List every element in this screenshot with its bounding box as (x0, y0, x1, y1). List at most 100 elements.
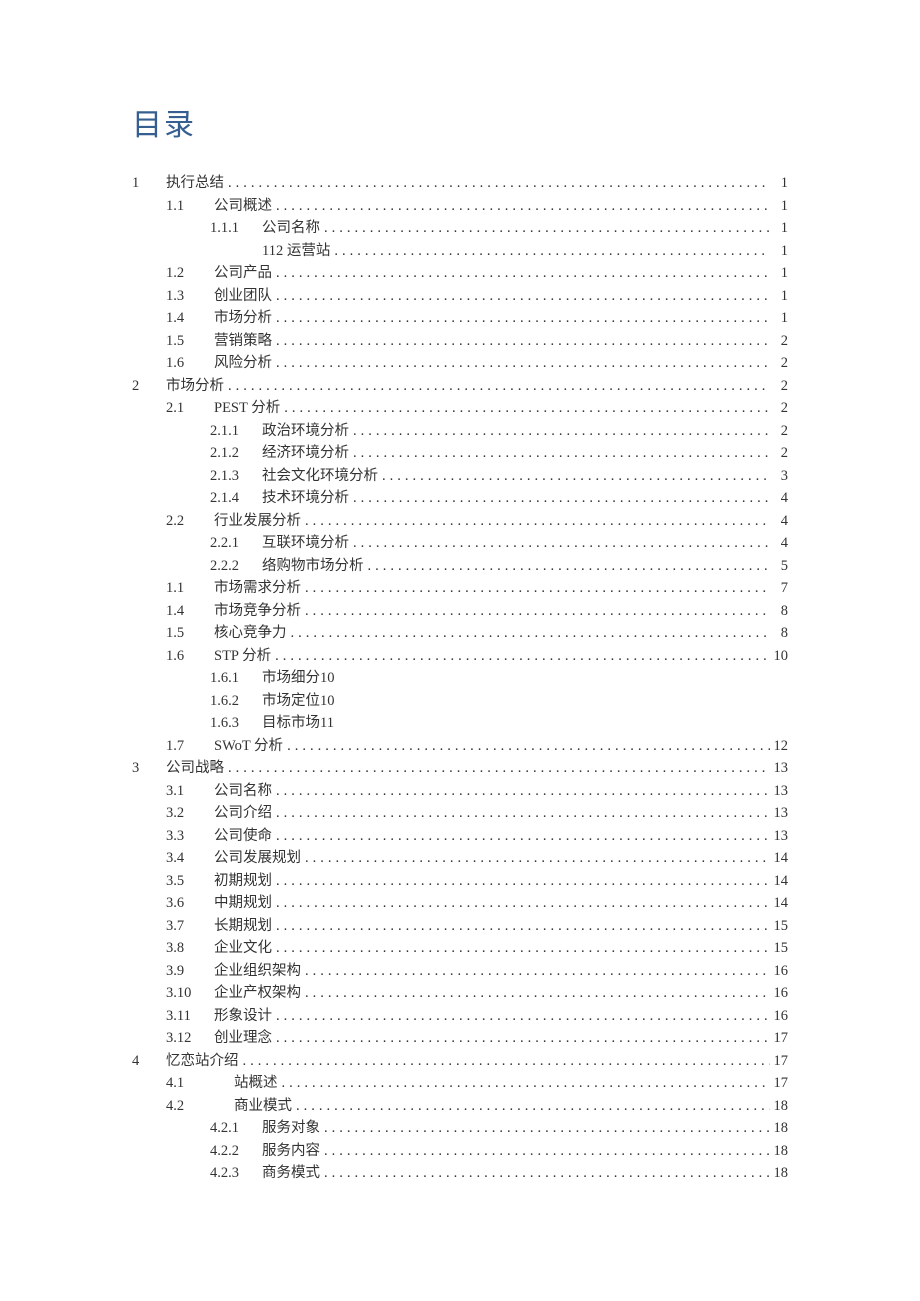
toc-entry-page: 12 (770, 735, 788, 758)
toc-entry-text: 营销策略 (214, 330, 272, 353)
toc-leader (272, 937, 770, 960)
toc-entry-text: 公司名称 (214, 780, 272, 803)
toc-entry-page: 2 (770, 420, 788, 443)
toc-entry-text: 公司产品 (214, 262, 272, 285)
toc-entry-page: 16 (770, 960, 788, 983)
toc-leader (301, 510, 770, 533)
toc-entry-page: 1 (770, 285, 788, 308)
toc-entry-number: 1 (132, 172, 166, 195)
toc-entry-number: 3.2 (166, 802, 214, 825)
toc-entry-text: 长期规划 (214, 915, 272, 938)
toc-entry-page: 17 (770, 1072, 788, 1095)
toc-entry-text: 初期规划 (214, 870, 272, 893)
toc-entry-page: 7 (770, 577, 788, 600)
toc-entry-text: PEST 分析 (214, 397, 280, 420)
toc-leader (272, 780, 770, 803)
toc-entry: 4.1站概述17 (132, 1072, 788, 1095)
toc-entry-page: 2 (770, 442, 788, 465)
toc-entry: 4.2.1服务对象18 (132, 1117, 788, 1140)
toc-entry-page: 15 (770, 915, 788, 938)
toc-entry-page: 1 (770, 195, 788, 218)
toc-leader (320, 217, 770, 240)
toc-entry-page: 5 (770, 555, 788, 578)
toc-entry-page: 3 (770, 465, 788, 488)
toc-entry-text: 政治环境分析 (262, 420, 349, 443)
toc-entry: 1.1.1公司名称1 (132, 217, 788, 240)
toc-leader (301, 982, 770, 1005)
toc-entry-text: 创业理念 (214, 1027, 272, 1050)
toc-entry-number: 1.3 (166, 285, 214, 308)
toc-entry-number: 2.1.2 (210, 442, 262, 465)
toc-entry: 2市场分析2 (132, 375, 788, 398)
toc-leader (224, 172, 770, 195)
toc-entry-page: 2 (770, 330, 788, 353)
toc-entry-number: 1.5 (166, 622, 214, 645)
toc-entry: 2.1.2经济环境分析 2 (132, 442, 788, 465)
toc-entry-text: 社会文化环境分析 (262, 465, 378, 488)
toc-entry: 1.4市场分析1 (132, 307, 788, 330)
toc-entry-number: 3 (132, 757, 166, 780)
toc-entry-text: 企业组织架构 (214, 960, 301, 983)
toc-leader (301, 600, 770, 623)
toc-entry: 3.7长期规划 15 (132, 915, 788, 938)
toc-leader (272, 892, 770, 915)
toc-leader (272, 285, 770, 308)
toc-leader (224, 757, 770, 780)
toc-leader (320, 1162, 770, 1185)
toc-entry-text: 商务模式 (262, 1162, 320, 1185)
toc-entry-text: 经济环境分析 (262, 442, 349, 465)
toc-entry-text: 市场定位10 (262, 690, 335, 713)
toc-entry-text: 市场竞争分析 (214, 600, 301, 623)
toc-entry-text: 形象设计 (214, 1005, 272, 1028)
toc-entry-page: 8 (770, 622, 788, 645)
toc-leader (330, 240, 770, 263)
toc-entry: 2.1.4技术环境分析4 (132, 487, 788, 510)
toc-entry-text: 公司发展规划 (214, 847, 301, 870)
toc-leader (292, 1095, 770, 1118)
toc-entry-number: 1.1.1 (210, 217, 262, 240)
toc-entry-text: 执行总结 (166, 172, 224, 195)
toc-entry-page: 1 (770, 307, 788, 330)
toc-entry: 1.6STP 分析10 (132, 645, 788, 668)
toc-entry: 1.6.3目标市场11 (132, 712, 788, 735)
toc-entry-number: 4.1 (166, 1072, 214, 1095)
toc-entry-page: 14 (770, 847, 788, 870)
toc-entry: 2.2行业发展分析4 (132, 510, 788, 533)
toc-entry-text: 公司战略 (166, 757, 224, 780)
toc-entry-text: STP 分析 (214, 645, 271, 668)
toc-heading: 目录 (132, 100, 788, 144)
toc-entry-page: 13 (770, 780, 788, 803)
toc-entry-number: 1.6 (166, 352, 214, 375)
toc-entry-page: 18 (770, 1162, 788, 1185)
toc-entry-text: 目标市场11 (262, 712, 334, 735)
toc-entry-number: 4.2.1 (210, 1117, 262, 1140)
toc-entry-text: 核心竞争力 (214, 622, 287, 645)
toc-entry-number: 3.9 (166, 960, 214, 983)
toc-leader (272, 352, 770, 375)
toc-entry: 3公司战略13 (132, 757, 788, 780)
toc-entry-number: 3.12 (166, 1027, 214, 1050)
toc-entry-page: 16 (770, 1005, 788, 1028)
toc-entry: 3.8企业文化15 (132, 937, 788, 960)
toc-entry-page: 17 (770, 1027, 788, 1050)
toc-leader (301, 577, 770, 600)
toc-entry: 1.7SWoT 分析12 (132, 735, 788, 758)
toc-entry-text: 市场分析 (214, 307, 272, 330)
toc-leader (271, 645, 770, 668)
toc-entry: 1.6.1市场细分10 (132, 667, 788, 690)
toc-entry-page: 4 (770, 532, 788, 555)
toc-entry: 2.1PEST 分析2 (132, 397, 788, 420)
toc-entry: 1执行总结1 (132, 172, 788, 195)
toc-entry-text: 市场需求分析 (214, 577, 301, 600)
toc-leader (349, 442, 770, 465)
toc-leader (320, 1117, 770, 1140)
toc-entry: 3.3公司使命13 (132, 825, 788, 848)
toc-entry-text: 公司概述 (214, 195, 272, 218)
toc-entry-text: 112 运营站 (262, 240, 330, 263)
toc-entry-number: 3.7 (166, 915, 214, 938)
toc-entry: 1.5营销策略2 (132, 330, 788, 353)
toc-leader (272, 330, 770, 353)
toc-body: 1执行总结11.1公司概述11.1.1公司名称1112 运营站11.2公司产品1… (132, 172, 788, 1185)
toc-leader (280, 397, 770, 420)
toc-leader (378, 465, 770, 488)
